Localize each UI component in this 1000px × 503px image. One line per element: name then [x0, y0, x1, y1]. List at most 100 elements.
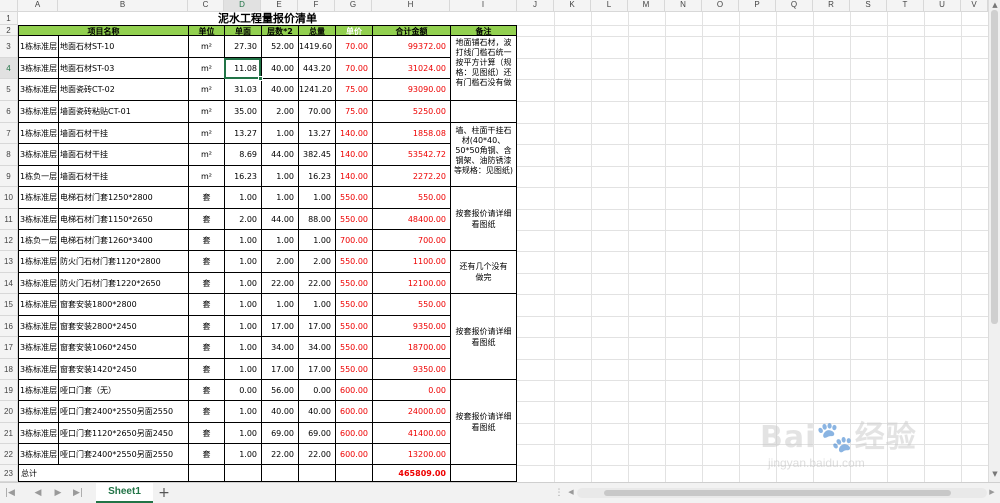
header-floors[interactable]: 层数*2: [261, 25, 298, 36]
row-header[interactable]: 23: [0, 465, 18, 482]
header-remark[interactable]: 备注: [450, 25, 517, 36]
cell-single[interactable]: 1.00: [224, 316, 261, 337]
cell-price[interactable]: 75.00: [335, 101, 372, 123]
cell-price[interactable]: 550.00: [335, 209, 372, 230]
cell-total-qty[interactable]: 88.00: [298, 209, 335, 230]
scroll-left-icon[interactable]: ◀: [565, 488, 577, 496]
cell-total-qty[interactable]: 22.00: [298, 444, 335, 465]
header-amount[interactable]: 合计金额: [372, 25, 450, 36]
cell-price[interactable]: 70.00: [335, 58, 372, 79]
cell-single[interactable]: 1.00: [224, 187, 261, 209]
column-header-j[interactable]: J: [517, 0, 554, 12]
column-header-i[interactable]: I: [450, 0, 517, 12]
cell-floors[interactable]: 40.00: [261, 79, 298, 101]
cell-building[interactable]: 1栋标准层: [18, 294, 58, 316]
column-header-r[interactable]: R: [813, 0, 850, 12]
remark-cell[interactable]: 按套报价请详细看图纸: [450, 380, 517, 465]
row-header[interactable]: 14: [0, 273, 18, 294]
column-header-q[interactable]: Q: [776, 0, 813, 12]
cell-amount[interactable]: 0.00: [372, 380, 450, 401]
cell-single[interactable]: 1.00: [224, 401, 261, 423]
total-empty[interactable]: [224, 465, 261, 482]
column-header-k[interactable]: K: [554, 0, 591, 12]
row-header[interactable]: 10: [0, 187, 18, 209]
cell-floors[interactable]: 1.00: [261, 294, 298, 316]
cell-amount[interactable]: 1858.08: [372, 123, 450, 144]
cell-building[interactable]: 3栋标准层: [18, 401, 58, 423]
cell-amount[interactable]: 41400.00: [372, 423, 450, 444]
cell-floors[interactable]: 1.00: [261, 230, 298, 251]
cell-item-name[interactable]: 防火门石材门套1120*2800: [58, 251, 188, 273]
cell-amount[interactable]: 48400.00: [372, 209, 450, 230]
row-header[interactable]: 6: [0, 101, 18, 123]
scroll-right-icon[interactable]: ▶: [986, 488, 998, 496]
row-header[interactable]: 19: [0, 380, 18, 401]
vertical-scroll-thumb[interactable]: [991, 10, 998, 324]
cell-amount[interactable]: 13200.00: [372, 444, 450, 465]
column-header-m[interactable]: M: [628, 0, 665, 12]
cell-amount[interactable]: 24000.00: [372, 401, 450, 423]
cell-single[interactable]: 1.00: [224, 273, 261, 294]
cell-floors[interactable]: 44.00: [261, 209, 298, 230]
add-sheet-icon[interactable]: +: [157, 484, 171, 502]
cell-unit[interactable]: 套: [188, 337, 224, 359]
row-header[interactable]: 3: [0, 36, 18, 58]
cell-building[interactable]: 3栋标准层: [18, 423, 58, 444]
cell-item-name[interactable]: 地面石材ST-10: [58, 36, 188, 58]
cell-unit[interactable]: 套: [188, 294, 224, 316]
cell-item-name[interactable]: 墙面瓷砖粘贴CT-01: [58, 101, 188, 123]
cell-unit[interactable]: m²: [188, 79, 224, 101]
sheet-tab[interactable]: Sheet1: [96, 483, 153, 503]
row-header[interactable]: 2: [0, 25, 18, 36]
cell-floors[interactable]: 2.00: [261, 101, 298, 123]
cell-single[interactable]: 31.03: [224, 79, 261, 101]
cell-item-name[interactable]: 墙面石材干挂: [58, 166, 188, 187]
cell-building[interactable]: 3栋标准层: [18, 273, 58, 294]
cell-amount[interactable]: 700.00: [372, 230, 450, 251]
cell-total-qty[interactable]: 1.00: [298, 294, 335, 316]
total-label[interactable]: 总计: [18, 465, 188, 482]
cell-item-name[interactable]: 窗套安装1060*2450: [58, 337, 188, 359]
cell-item-name[interactable]: 哑口门套1120*2650另面2450: [58, 423, 188, 444]
header-name[interactable]: 项目名称: [18, 25, 188, 36]
cell-building[interactable]: 3栋标准层: [18, 58, 58, 79]
cell-item-name[interactable]: 墙面石材干挂: [58, 144, 188, 166]
cell-price[interactable]: 550.00: [335, 187, 372, 209]
cell-item-name[interactable]: 窗套安装2800*2450: [58, 316, 188, 337]
cell-total-qty[interactable]: 70.00: [298, 101, 335, 123]
cell-floors[interactable]: 40.00: [261, 401, 298, 423]
cell-amount[interactable]: 53542.72: [372, 144, 450, 166]
row-header[interactable]: 5: [0, 79, 18, 101]
cell-unit[interactable]: 套: [188, 187, 224, 209]
total-empty[interactable]: [335, 465, 372, 482]
cell-price[interactable]: 600.00: [335, 444, 372, 465]
cell-amount[interactable]: 5250.00: [372, 101, 450, 123]
cell-unit[interactable]: 套: [188, 316, 224, 337]
row-header[interactable]: 1: [0, 12, 18, 25]
cell-building[interactable]: 1栋负一层: [18, 230, 58, 251]
cell-building[interactable]: 3栋标准层: [18, 209, 58, 230]
cell-unit[interactable]: 套: [188, 444, 224, 465]
cell-item-name[interactable]: 哑口门套2400*2550另面2550: [58, 401, 188, 423]
cell-single[interactable]: 1.00: [224, 444, 261, 465]
cell-unit[interactable]: 套: [188, 273, 224, 294]
cell-amount[interactable]: 99372.00: [372, 36, 450, 58]
cell-floors[interactable]: 52.00: [261, 36, 298, 58]
horizontal-scrollbar[interactable]: [577, 488, 987, 498]
column-header-u[interactable]: U: [924, 0, 961, 12]
column-header-n[interactable]: N: [665, 0, 702, 12]
row-header[interactable]: 7: [0, 123, 18, 144]
cell-total-qty[interactable]: 17.00: [298, 359, 335, 380]
select-all-corner[interactable]: [0, 0, 18, 12]
cell-building[interactable]: 1栋标准层: [18, 123, 58, 144]
scroll-up-icon[interactable]: ▲: [989, 1, 1000, 9]
last-sheet-icon[interactable]: ▶|: [72, 488, 84, 498]
cell-price[interactable]: 140.00: [335, 166, 372, 187]
cell-floors[interactable]: 56.00: [261, 380, 298, 401]
cell-floors[interactable]: 40.00: [261, 58, 298, 79]
cell-building[interactable]: 3栋标准层: [18, 101, 58, 123]
cell-total-qty[interactable]: 1241.20: [298, 79, 335, 101]
cell-single[interactable]: 1.00: [224, 294, 261, 316]
row-header[interactable]: 4: [0, 58, 18, 79]
cell-price[interactable]: 550.00: [335, 337, 372, 359]
